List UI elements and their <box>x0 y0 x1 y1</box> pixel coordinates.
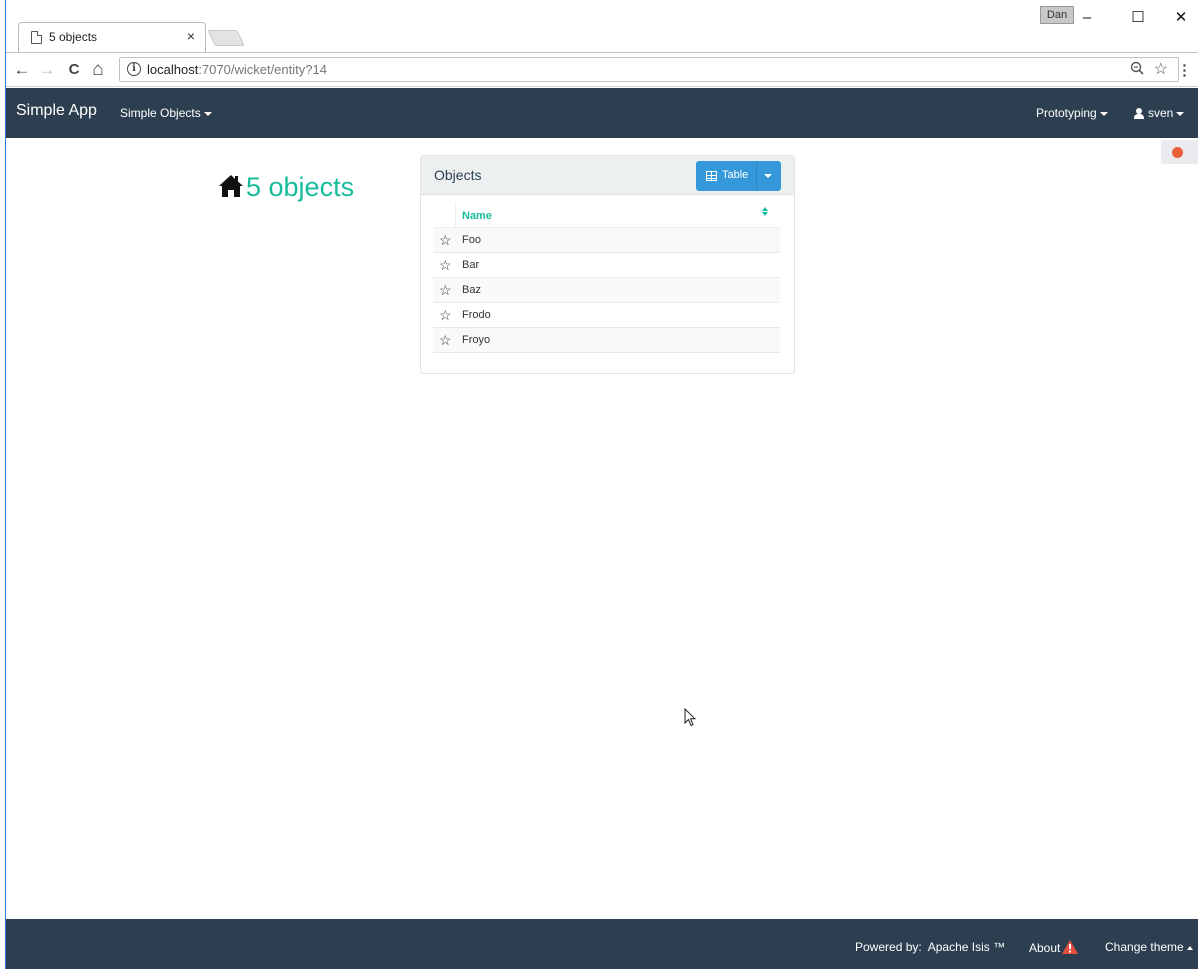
warning-icon <box>1062 940 1079 957</box>
column-header-name[interactable]: Name <box>462 210 492 222</box>
brand-link[interactable]: Simple App <box>16 102 97 120</box>
browser-tab[interactable]: 5 objects × <box>18 22 206 52</box>
star-icon[interactable]: ☆ <box>439 332 452 348</box>
status-dot-icon <box>1172 147 1183 158</box>
panel-heading: Objects Table <box>421 156 794 195</box>
app-footer: Powered by: Apache Isis ™ About Change t… <box>6 919 1198 969</box>
mouse-pointer-icon <box>684 707 697 732</box>
powered-by: Powered by: Apache Isis ™ <box>855 940 1006 954</box>
tab-title: 5 objects <box>49 30 98 44</box>
row-name-link[interactable]: Foo <box>462 234 481 246</box>
objects-table: Name ☆ Foo ☆ Bar ☆ Baz ☆ Frodo ☆ Froyo <box>433 202 780 353</box>
star-icon[interactable]: ☆ <box>439 257 452 273</box>
table-icon <box>706 171 717 181</box>
profile-badge[interactable]: Dan <box>1040 6 1074 24</box>
browser-window: 5 objects × Dan – ☐ ✕ ← → C ⌂ i localhos… <box>5 0 1198 969</box>
page-title-text: 5 objects <box>246 172 355 202</box>
address-bar[interactable]: i localhost:7070/wicket/entity?14 ☆ <box>119 57 1179 82</box>
minimize-button[interactable]: – <box>1072 8 1102 28</box>
view-button-label: Table <box>722 169 749 181</box>
reload-button[interactable]: C <box>64 59 84 81</box>
objects-panel: Objects Table Name ☆ Foo ☆ Bar ☆ Baz ☆ F… <box>420 155 795 374</box>
table-view-button[interactable]: Table <box>696 161 781 191</box>
caret-down-icon[interactable] <box>764 174 772 178</box>
button-divider <box>756 161 757 191</box>
info-icon[interactable]: i <box>127 62 141 76</box>
forward-button[interactable]: → <box>37 59 57 81</box>
sort-icon[interactable] <box>762 207 768 219</box>
caret-down-icon <box>203 111 212 116</box>
tab-close-button[interactable]: × <box>187 28 195 44</box>
browser-toolbar: ← → C ⌂ i localhost:7070/wicket/entity?1… <box>6 52 1198 87</box>
about-link[interactable]: About <box>1029 940 1079 957</box>
home-icon <box>218 174 244 205</box>
table-row[interactable]: ☆ Bar <box>433 253 780 278</box>
new-tab-button[interactable] <box>207 30 245 46</box>
caret-down-icon <box>1099 111 1108 116</box>
row-name-link[interactable]: Bar <box>462 259 479 271</box>
title-bar: 5 objects × Dan – ☐ ✕ <box>6 0 1198 52</box>
back-button[interactable]: ← <box>12 59 32 81</box>
table-row[interactable]: ☆ Froyo <box>433 328 780 353</box>
table-row[interactable]: ☆ Foo <box>433 228 780 253</box>
user-menu[interactable]: sven <box>1134 106 1185 120</box>
star-icon[interactable]: ☆ <box>439 307 452 323</box>
side-toggle-tab[interactable] <box>1161 140 1198 164</box>
table-row[interactable]: ☆ Baz <box>433 278 780 303</box>
bookmark-star-icon[interactable]: ☆ <box>1154 59 1168 79</box>
browser-menu-icon[interactable]: ⋮ <box>1177 61 1192 79</box>
url-text[interactable]: localhost:7070/wicket/entity?14 <box>147 62 327 77</box>
page-title: 5 objects <box>218 172 354 205</box>
caret-down-icon <box>1176 111 1185 116</box>
home-button[interactable]: ⌂ <box>88 59 108 81</box>
maximize-button[interactable]: ☐ <box>1123 8 1153 28</box>
table-row[interactable]: ☆ Frodo <box>433 303 780 328</box>
simple-objects-menu[interactable]: Simple Objects <box>120 106 212 120</box>
apache-isis-link[interactable]: Apache Isis ™ <box>928 940 1005 954</box>
document-icon <box>31 31 42 44</box>
prototyping-menu[interactable]: Prototyping <box>1036 106 1108 120</box>
star-icon[interactable]: ☆ <box>439 232 452 248</box>
caret-up-icon <box>1186 945 1193 950</box>
table-header: Name <box>433 202 780 228</box>
close-window-button[interactable]: ✕ <box>1166 8 1196 28</box>
row-name-link[interactable]: Frodo <box>462 309 491 321</box>
row-name-link[interactable]: Baz <box>462 284 481 296</box>
column-divider <box>455 202 456 228</box>
row-name-link[interactable]: Froyo <box>462 334 490 346</box>
panel-title: Objects <box>434 167 482 183</box>
user-icon <box>1134 108 1144 119</box>
zoom-icon[interactable] <box>1130 61 1144 78</box>
app-navbar: Simple App Simple Objects Prototyping sv… <box>6 88 1198 138</box>
change-theme-menu[interactable]: Change theme <box>1105 940 1193 954</box>
star-icon[interactable]: ☆ <box>439 282 452 298</box>
